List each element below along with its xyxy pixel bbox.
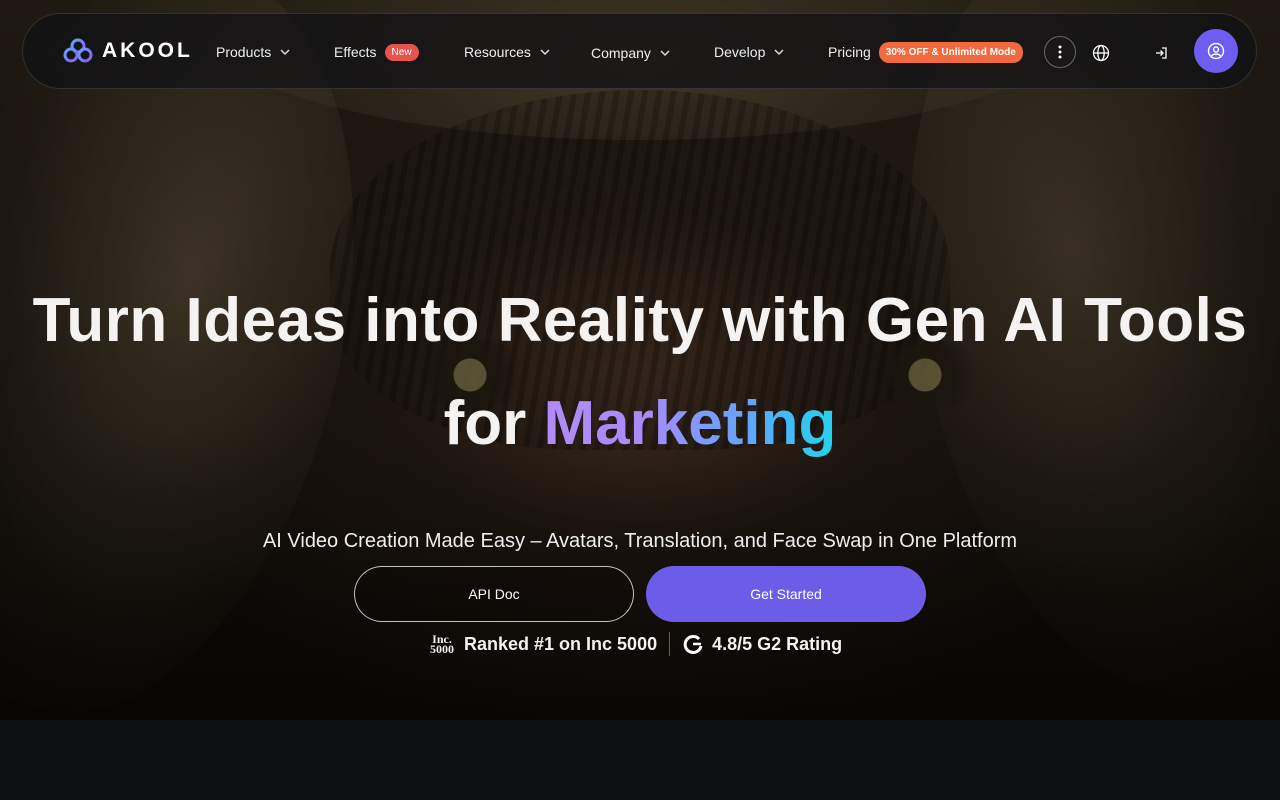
ratings-bar: Inc. 5000 Ranked #1 on Inc 5000 4.8/5 G2…: [430, 632, 842, 656]
chevron-down-icon: [540, 49, 550, 56]
api-doc-button[interactable]: API Doc: [354, 566, 634, 622]
more-options-button[interactable]: [1044, 36, 1076, 68]
chevron-down-icon: [774, 49, 784, 56]
chevron-down-icon: [660, 50, 670, 57]
nav-item-label: Pricing: [828, 44, 871, 60]
brand-name: AKOOL: [102, 39, 193, 62]
promo-badge: 30% OFF & Unlimited Mode: [878, 41, 1023, 63]
chevron-down-icon: [280, 49, 290, 56]
headline-prefix: for: [443, 389, 544, 458]
nav-item-company[interactable]: Company: [591, 43, 671, 63]
background-shade: [0, 0, 1280, 720]
nav-item-label: Develop: [714, 44, 766, 60]
inc-rank-text: Ranked #1 on Inc 5000: [464, 633, 658, 654]
inc-5000-logo: Inc. 5000: [430, 632, 454, 656]
nav-item-resources[interactable]: Resources: [464, 42, 551, 62]
nav-item-label: Products: [216, 44, 272, 60]
top-navbar: AKOOL Products Effects New Resources Com…: [22, 13, 1257, 89]
headline-highlight: Marketing: [543, 389, 837, 458]
hero-background: [0, 0, 1280, 720]
next-section: [0, 720, 1280, 800]
get-started-button[interactable]: Get Started: [646, 566, 926, 622]
login-button[interactable]: [1149, 41, 1173, 65]
user-circle-icon: [1207, 42, 1225, 60]
brand-logo[interactable]: AKOOL: [63, 36, 193, 66]
language-button[interactable]: [1089, 41, 1113, 65]
login-icon: [1156, 47, 1167, 59]
akool-logo-icon: [63, 38, 93, 63]
nav-item-label: Company: [591, 45, 651, 61]
hero-headline-line2: for Marketing: [0, 388, 1280, 459]
new-badge: New: [384, 43, 419, 61]
nav-item-effects[interactable]: Effects New: [334, 42, 419, 62]
g2-rating-text: 4.8/5 G2 Rating: [712, 633, 843, 654]
globe-icon: [1092, 44, 1110, 62]
nav-item-develop[interactable]: Develop: [714, 42, 785, 62]
nav-item-pricing[interactable]: Pricing 30% OFF & Unlimited Mode: [828, 41, 1023, 63]
hero-subtitle: AI Video Creation Made Easy – Avatars, T…: [262, 530, 1018, 552]
nav-item-label: Resources: [464, 44, 531, 60]
more-vertical-icon: [1058, 45, 1062, 59]
nav-item-products[interactable]: Products: [216, 42, 291, 62]
user-account-button[interactable]: [1194, 29, 1238, 73]
g2-logo-icon: [683, 634, 703, 654]
nav-item-label: Effects: [334, 44, 377, 60]
ratings-divider: [669, 632, 671, 656]
hero-headline-line1: Turn Ideas into Reality with Gen AI Tool…: [32, 286, 1248, 355]
